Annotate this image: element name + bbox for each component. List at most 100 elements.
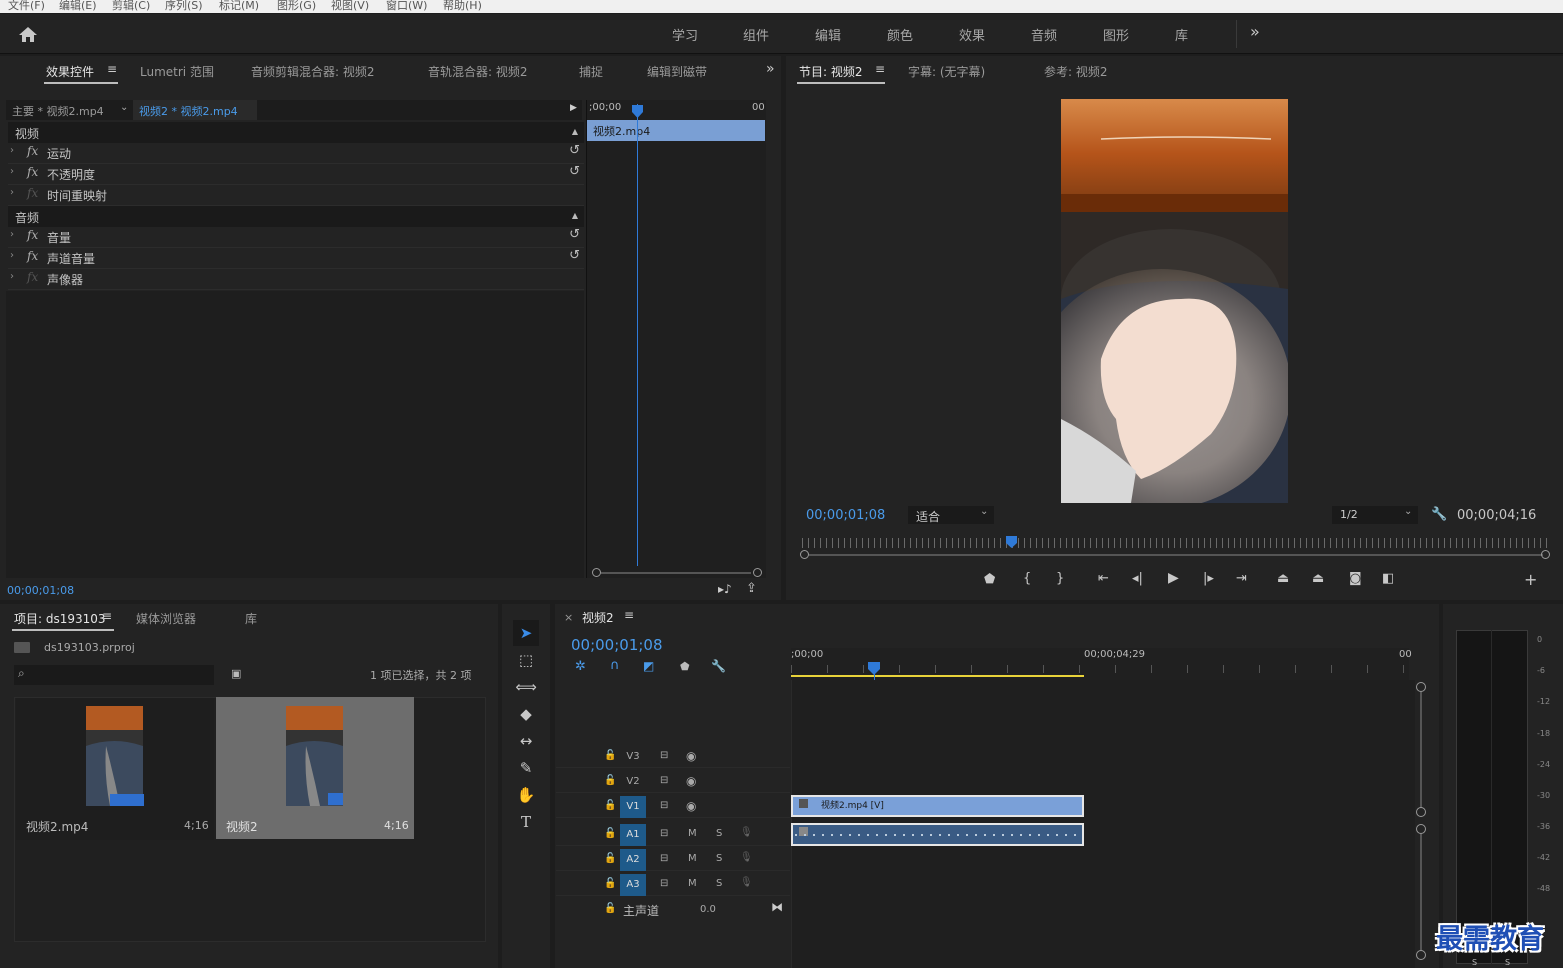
expand-chevron-icon[interactable]: › bbox=[10, 187, 14, 198]
export-icon[interactable]: ⇪ bbox=[746, 581, 757, 596]
workspace-color[interactable]: 颜色 bbox=[887, 25, 913, 44]
vscroll-handle-top[interactable] bbox=[1416, 824, 1426, 834]
mini-scrollbar[interactable] bbox=[592, 568, 762, 577]
search-input[interactable] bbox=[36, 667, 208, 683]
sync-lock-icon[interactable]: ⊟ bbox=[660, 800, 668, 811]
workspace-audio[interactable]: 音频 bbox=[1031, 25, 1057, 44]
more-workspaces-icon[interactable]: » bbox=[1250, 22, 1260, 41]
sync-lock-icon[interactable]: ⊟ bbox=[660, 750, 668, 761]
program-playhead-icon[interactable] bbox=[1006, 536, 1017, 548]
vscroll-handle-bottom[interactable] bbox=[1416, 950, 1426, 960]
lock-icon[interactable]: 🔓 bbox=[604, 750, 616, 761]
vscroll-track[interactable] bbox=[1420, 834, 1422, 950]
tab-audio-clip-mixer[interactable]: 音频剪辑混合器: 视频2 bbox=[251, 63, 375, 80]
vscroll-track[interactable] bbox=[1420, 692, 1422, 808]
menu-help[interactable]: 帮助(H) bbox=[443, 0, 482, 13]
new-search-bin-icon[interactable]: ▣ bbox=[231, 667, 241, 680]
menu-graphics[interactable]: 图形(G) bbox=[277, 0, 316, 13]
menu-sequence[interactable]: 序列(S) bbox=[165, 0, 203, 13]
expand-chevron-icon[interactable]: › bbox=[10, 250, 14, 261]
tab-capture[interactable]: 捕捉 bbox=[579, 63, 603, 80]
filter-audio-icon[interactable]: ▸♪ bbox=[718, 582, 732, 596]
project-item-selected[interactable]: 视频2 4;16 bbox=[216, 697, 414, 839]
step-back-icon[interactable]: ◂| bbox=[1132, 571, 1143, 586]
mute-button[interactable]: M bbox=[688, 853, 697, 864]
go-to-next-icon[interactable]: ⧓ bbox=[771, 900, 783, 914]
eye-icon[interactable]: ◉ bbox=[686, 749, 696, 763]
menu-edit[interactable]: 编辑(E) bbox=[59, 0, 97, 13]
reset-icon[interactable]: ↺ bbox=[569, 164, 580, 179]
sync-lock-icon[interactable]: ⊟ bbox=[660, 828, 668, 839]
workspace-effects[interactable]: 效果 bbox=[959, 25, 985, 44]
track-label[interactable]: V1 bbox=[620, 796, 646, 818]
collapse-arrow-icon[interactable]: ▲ bbox=[572, 211, 578, 220]
panel-menu-icon[interactable]: ≡ bbox=[107, 62, 117, 76]
expand-chevron-icon[interactable]: › bbox=[10, 271, 14, 282]
menu-marker[interactable]: 标记(M) bbox=[219, 0, 259, 13]
lock-icon[interactable]: 🔓 bbox=[604, 853, 616, 864]
track-label[interactable]: A3 bbox=[620, 874, 646, 896]
tab-edit-to-tape[interactable]: 编辑到磁带 bbox=[647, 63, 707, 80]
track-label[interactable]: V2 bbox=[620, 771, 646, 793]
track-label[interactable]: A1 bbox=[620, 824, 646, 846]
mini-playhead-icon[interactable] bbox=[632, 105, 643, 118]
export-frame-icon[interactable]: ◙ bbox=[1349, 571, 1362, 586]
fx-badge-icon[interactable]: fx bbox=[27, 144, 38, 158]
selection-tool-icon[interactable]: ➤ bbox=[514, 624, 538, 642]
menu-file[interactable]: 文件(F) bbox=[8, 0, 45, 13]
eye-icon[interactable]: ◉ bbox=[686, 774, 696, 788]
mic-icon[interactable]: 🎙 bbox=[740, 877, 753, 888]
lock-icon[interactable]: 🔓 bbox=[604, 828, 616, 839]
solo-left-button[interactable]: S bbox=[1472, 958, 1477, 967]
mini-clip-bar[interactable]: 视频2.mp4 bbox=[587, 120, 765, 141]
effect-row-volume[interactable]: › fx 音量 ↺ bbox=[8, 227, 584, 248]
play-clip-icon[interactable]: ▶ bbox=[570, 103, 577, 113]
tab-project[interactable]: 项目: ds193103 bbox=[14, 610, 106, 627]
tab-program[interactable]: 节目: 视频2 bbox=[799, 63, 863, 80]
lock-icon[interactable]: 🔓 bbox=[604, 903, 616, 914]
lock-icon[interactable]: 🔓 bbox=[604, 775, 616, 786]
solo-button[interactable]: S bbox=[716, 853, 722, 864]
mic-icon[interactable]: 🎙 bbox=[740, 852, 753, 863]
add-button-icon[interactable]: + bbox=[1524, 570, 1537, 589]
workspace-libraries[interactable]: 库 bbox=[1175, 25, 1188, 44]
solo-button[interactable]: S bbox=[716, 828, 722, 839]
mute-button[interactable]: M bbox=[688, 878, 697, 889]
mark-in-icon[interactable]: { bbox=[1023, 571, 1031, 586]
effect-row-channel-volume[interactable]: › fx 声道音量 ↺ bbox=[8, 248, 584, 269]
pen-tool-icon[interactable]: ✎ bbox=[514, 759, 538, 777]
razor-tool-icon[interactable]: ◆ bbox=[514, 705, 538, 723]
solo-right-button[interactable]: S bbox=[1505, 958, 1510, 967]
workspace-graphics[interactable]: 图形 bbox=[1103, 25, 1129, 44]
program-timecode[interactable]: 00;00;01;08 bbox=[806, 508, 885, 523]
lock-icon[interactable]: 🔓 bbox=[604, 878, 616, 889]
menu-view[interactable]: 视图(V) bbox=[331, 0, 369, 13]
tab-sequence[interactable]: 视频2 bbox=[582, 609, 614, 626]
go-to-in-icon[interactable]: ⇤ bbox=[1098, 571, 1109, 586]
effect-timecode[interactable]: 00;00;01;08 bbox=[7, 584, 74, 597]
chevron-down-icon[interactable]: ⌄ bbox=[120, 102, 128, 113]
menu-clip[interactable]: 剪辑(C) bbox=[112, 0, 150, 13]
audio-clip[interactable] bbox=[791, 823, 1084, 846]
resolution-dropdown[interactable]: 1/2 ⌄ bbox=[1332, 506, 1418, 524]
eye-icon[interactable]: ◉ bbox=[686, 799, 696, 813]
ripple-edit-tool-icon[interactable]: ⟺ bbox=[514, 678, 538, 696]
mic-icon[interactable]: 🎙 bbox=[740, 827, 753, 838]
reset-icon[interactable]: ↺ bbox=[569, 143, 580, 158]
sync-lock-icon[interactable]: ⊟ bbox=[660, 853, 668, 864]
track-label[interactable]: A2 bbox=[620, 849, 646, 871]
type-tool-icon[interactable]: T bbox=[514, 813, 538, 831]
effect-row-motion[interactable]: › fx 运动 ↺ bbox=[8, 143, 584, 164]
extract-icon[interactable]: ⏏ bbox=[1312, 571, 1324, 586]
master-clip-label[interactable]: 主要 * 视频2.mp4 bbox=[12, 103, 104, 119]
master-volume-value[interactable]: 0.0 bbox=[700, 904, 716, 915]
program-video-frame[interactable] bbox=[1061, 99, 1288, 503]
vscroll-handle-bottom[interactable] bbox=[1416, 807, 1426, 817]
step-forward-icon[interactable]: |▸ bbox=[1203, 571, 1214, 586]
fx-badge-icon[interactable]: fx bbox=[27, 165, 38, 179]
lock-icon[interactable]: 🔓 bbox=[604, 800, 616, 811]
tab-media-browser[interactable]: 媒体浏览器 bbox=[136, 610, 196, 627]
expand-chevron-icon[interactable]: › bbox=[10, 229, 14, 240]
effect-row-panner[interactable]: › fx 声像器 bbox=[8, 269, 584, 290]
tab-reference[interactable]: 参考: 视频2 bbox=[1044, 63, 1108, 80]
